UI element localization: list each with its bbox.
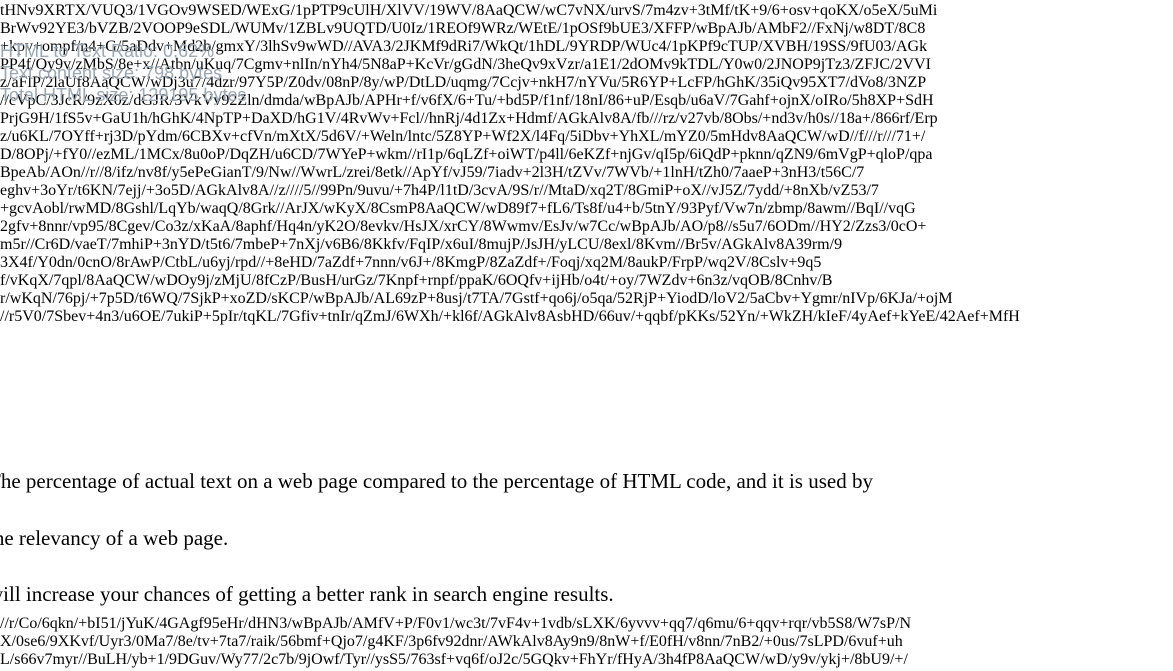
total-html-size: Total HTML size: 129195 bytes xyxy=(0,85,247,105)
ratio-summary: HTML to Text Ratio: 0.62% Text content s… xyxy=(0,38,700,138)
base64-text-line: L/s66v7myr//BuLH/yb+1/9DGuv/Wy77/2c7b/9j… xyxy=(0,651,908,668)
base64-text-line: D/8OPj/+fY0//ezML/1MCx/8u0oP/DqZH/u6CD/7… xyxy=(0,146,933,163)
base64-background-bottom: //r/Co/6qkn/+bI51/jYuK/4GAgf95eHr/dHN3/w… xyxy=(0,615,1173,671)
base64-text-line: //r/Co/6qkn/+bI51/jYuK/4GAgf95eHr/dHN3/w… xyxy=(0,615,912,632)
description-line: the relevancy of a web page. xyxy=(0,526,229,550)
description-line: The percentage of actual text on a web p… xyxy=(0,469,873,493)
base64-text-line: f/vKqX/7qpl/8AaQCW/wDOy9j/zMjU/8fCzP/Bus… xyxy=(0,272,833,289)
base64-text-line: 2gfv+8nnr/vp95/8Cgev/Co3z/xKaA/8aphf/Hq4… xyxy=(0,218,927,235)
base64-text-line: BpeAb/AOn//r//8/ifz/nv8f/y5ePeGianT/9/Nw… xyxy=(0,164,865,181)
base64-text-line: //r5V0/7Sbev+4n3/u6OE/7ukiP+5pIr/tqKL/7G… xyxy=(0,308,1020,325)
description-panel: The percentage of actual text on a web p… xyxy=(0,463,1110,615)
html-text-ratio: HTML to Text Ratio: 0.62% xyxy=(0,41,215,61)
base64-text-line: 3X4f/Y0dn/0cnO/8rAwP/CtbL/u6yj/rpd//+8eH… xyxy=(0,254,822,271)
base64-text-line: X/0se6/9XKvf/Uyr3/0Ma7/8e/tv+7ta7/raik/5… xyxy=(0,633,903,650)
text-content-size: Text content size: 798 bytes xyxy=(0,63,223,83)
base64-text-line: eghv+3oYr/t6KN/7ejj/+3o5D/AGkAlv8A//z///… xyxy=(0,182,879,199)
base64-text-line: m5r//Cr6D/vaeT/7mhiP+3nYD/t5t6/7mbeP+7nX… xyxy=(0,236,843,253)
base64-text-line: BrWv92YE3/bVZB/2VOOP9eSDL/WUMv/1ZBLv9UQT… xyxy=(0,20,926,37)
base64-text-line: tHNv9XRTX/VUQ3/1VGOv9WSED/WExG/1pPTP9cUl… xyxy=(0,2,938,19)
description-line: will increase your chances of getting a … xyxy=(0,582,614,606)
base64-text-line: +gcvAobl/rwMD/8Gshl/LqYb/waqQ/8Grk//ArJX… xyxy=(0,200,916,217)
base64-text-line: r/wKqN/76pj/+7p5D/t6WQ/7SjkP+xoZD/sKCP/w… xyxy=(0,290,953,307)
